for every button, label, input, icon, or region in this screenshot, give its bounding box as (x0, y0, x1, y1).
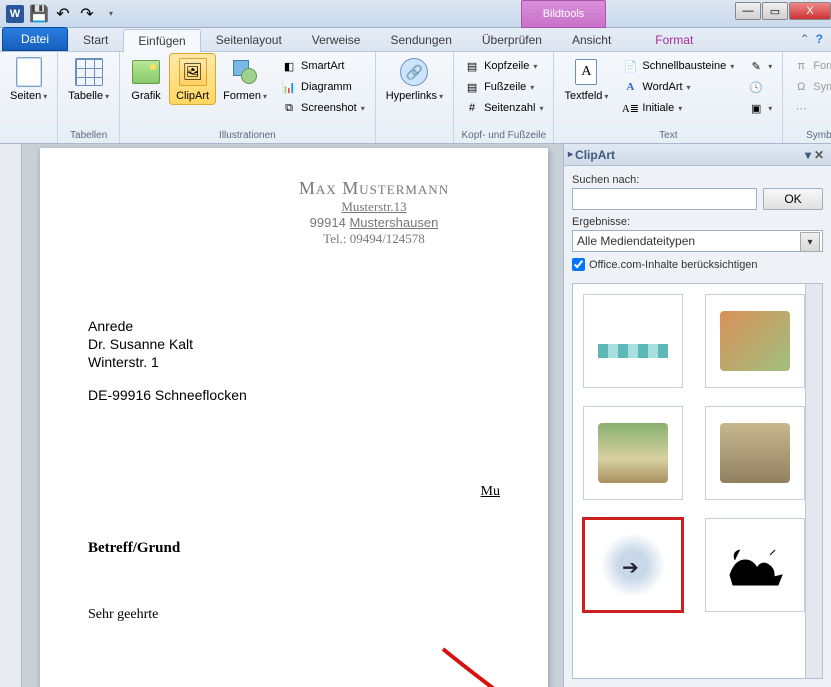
tab-mailings[interactable]: Sendungen (375, 28, 466, 51)
letterhead-name: Max Mustermann (248, 178, 500, 199)
place-date: Mu (88, 484, 500, 500)
clipart-button[interactable]: 🖼 ClipArt (170, 54, 215, 104)
clipart-thumb[interactable] (583, 294, 683, 388)
subject-line: Betreff/Grund (88, 540, 500, 557)
tab-layout[interactable]: Seitenlayout (201, 28, 297, 51)
clipart-thumb[interactable] (705, 294, 805, 388)
document-area[interactable]: Max Mustermann Musterstr.13 99914 Muster… (22, 144, 563, 687)
pagenumber-button[interactable]: #Seitenzahl▾ (460, 98, 547, 118)
salutation: Sehr geehrte (88, 607, 500, 623)
extra-button[interactable]: ⋯ (789, 98, 831, 118)
clipart-thumb[interactable] (705, 518, 805, 612)
ribbon: Seiten▾ Tabelle▾ Tabellen Grafik 🖼 ClipA… (0, 52, 831, 144)
ribbon-tabs: Datei Start Einfügen Seitenlayout Verwei… (0, 28, 831, 52)
shapes-button[interactable]: Formen▾ (217, 54, 273, 104)
tab-view[interactable]: Ansicht (557, 28, 626, 51)
clipart-thumb[interactable] (583, 406, 683, 500)
addr-line: Winterstr. 1 (88, 353, 500, 371)
pane-close-icon[interactable]: ✕ (811, 148, 827, 162)
addr-line: Dr. Susanne Kalt (88, 335, 500, 353)
workspace: Max Mustermann Musterstr.13 99914 Muster… (0, 144, 831, 687)
tab-home[interactable]: Start (68, 28, 123, 51)
recipient-address: Anrede Dr. Susanne Kalt Winterstr. 1 DE-… (88, 317, 500, 404)
symbol-button[interactable]: ΩSymbol▾ (789, 77, 831, 97)
close-button[interactable]: X (789, 2, 831, 20)
search-input[interactable] (572, 188, 757, 210)
media-type-combo[interactable]: Alle Mediendateitypen (572, 230, 823, 252)
undo-icon[interactable]: ↶ (52, 3, 74, 25)
textbox-button[interactable]: A Textfeld▾ (558, 54, 614, 104)
letterhead: Max Mustermann Musterstr.13 99914 Muster… (248, 178, 500, 247)
office-online-label: Office.com-Inhalte berücksichtigen (589, 259, 758, 271)
help-icon[interactable]: ? (816, 32, 823, 46)
addr-line: DE-99916 Schneeflocken (88, 386, 500, 404)
signature-button[interactable]: ✎▾ (744, 56, 776, 76)
dropcap-button[interactable]: A≣Initiale▾ (618, 98, 738, 118)
screenshot-button[interactable]: ⧉Screenshot▾ (277, 98, 369, 118)
save-icon[interactable]: 💾 (28, 3, 50, 25)
pane-header: ▸ ClipArt ▾ ✕ (564, 144, 831, 166)
quickparts-button[interactable]: 📄Schnellbausteine▾ (618, 56, 738, 76)
letterhead-street: Musterstr.13 (248, 199, 500, 215)
group-symbols: πFormel▾ ΩSymbol▾ ⋯ Symbole (783, 52, 831, 143)
pages-button[interactable]: Seiten▾ (4, 54, 53, 104)
title-bar: W 💾 ↶ ↷ ▾ Bildtools — ▭ X (0, 0, 831, 28)
group-pages: Seiten▾ (0, 52, 58, 143)
app-icon[interactable]: W (4, 3, 26, 25)
group-tables: Tabelle▾ Tabellen (58, 52, 120, 143)
chart-button[interactable]: 📊Diagramm (277, 77, 369, 97)
wordart-button[interactable]: AWordArt▾ (618, 77, 738, 97)
table-button[interactable]: Tabelle▾ (62, 54, 115, 104)
qat-customize-icon[interactable]: ▾ (100, 3, 122, 25)
quick-access-toolbar: W 💾 ↶ ↷ ▾ (0, 3, 122, 25)
page[interactable]: Max Mustermann Musterstr.13 99914 Muster… (40, 148, 548, 687)
results-label: Ergebnisse: (572, 216, 823, 228)
hyperlink-button[interactable]: 🔗 Hyperlinks▾ (380, 54, 449, 104)
pane-menu-icon[interactable]: ▸ (568, 149, 573, 160)
results-scrollbar[interactable] (805, 284, 822, 678)
footer-button[interactable]: ▤Fußzeile▾ (460, 77, 547, 97)
tab-file[interactable]: Datei (2, 27, 68, 51)
picture-button[interactable]: Grafik (124, 54, 168, 104)
tab-references[interactable]: Verweise (297, 28, 376, 51)
window-controls: — ▭ X (735, 2, 831, 20)
addr-line: Anrede (88, 317, 500, 335)
ribbon-minimize-icon[interactable]: ⌃ (800, 32, 810, 46)
clipart-thumb[interactable] (705, 406, 805, 500)
datetime-button[interactable]: 🕓 (744, 77, 776, 97)
tab-format[interactable]: Format (640, 28, 708, 51)
pane-title: ClipArt (575, 148, 805, 162)
office-online-checkbox[interactable] (572, 258, 585, 271)
letterhead-city: 99914 Mustershausen (310, 215, 439, 230)
maximize-button[interactable]: ▭ (762, 2, 788, 20)
clipart-pane: ▸ ClipArt ▾ ✕ Suchen nach: OK Ergebnisse… (563, 144, 831, 687)
redo-icon[interactable]: ↷ (76, 3, 98, 25)
contextual-tab-bildtools: Bildtools (521, 0, 606, 28)
group-headerfooter: ▤Kopfzeile▾ ▤Fußzeile▾ #Seitenzahl▾ Kopf… (454, 52, 554, 143)
header-button[interactable]: ▤Kopfzeile▾ (460, 56, 547, 76)
tab-insert[interactable]: Einfügen (123, 29, 200, 52)
tab-review[interactable]: Überprüfen (467, 28, 557, 51)
group-links: 🔗 Hyperlinks▾ (376, 52, 454, 143)
letterhead-phone: Tel.: 09494/124578 (248, 231, 500, 247)
search-label: Suchen nach: (572, 174, 823, 186)
object-button[interactable]: ▣▾ (744, 98, 776, 118)
vertical-ruler (0, 144, 22, 687)
group-text: A Textfeld▾ 📄Schnellbausteine▾ AWordArt▾… (554, 52, 783, 143)
search-ok-button[interactable]: OK (763, 188, 823, 210)
clipart-thumb-selected[interactable] (583, 518, 683, 612)
results-grid[interactable] (572, 283, 823, 679)
group-illustrations: Grafik 🖼 ClipArt Formen▾ ◧SmartArt 📊Diag… (120, 52, 376, 143)
minimize-button[interactable]: — (735, 2, 761, 20)
smartart-button[interactable]: ◧SmartArt (277, 56, 369, 76)
equation-button[interactable]: πFormel▾ (789, 56, 831, 76)
